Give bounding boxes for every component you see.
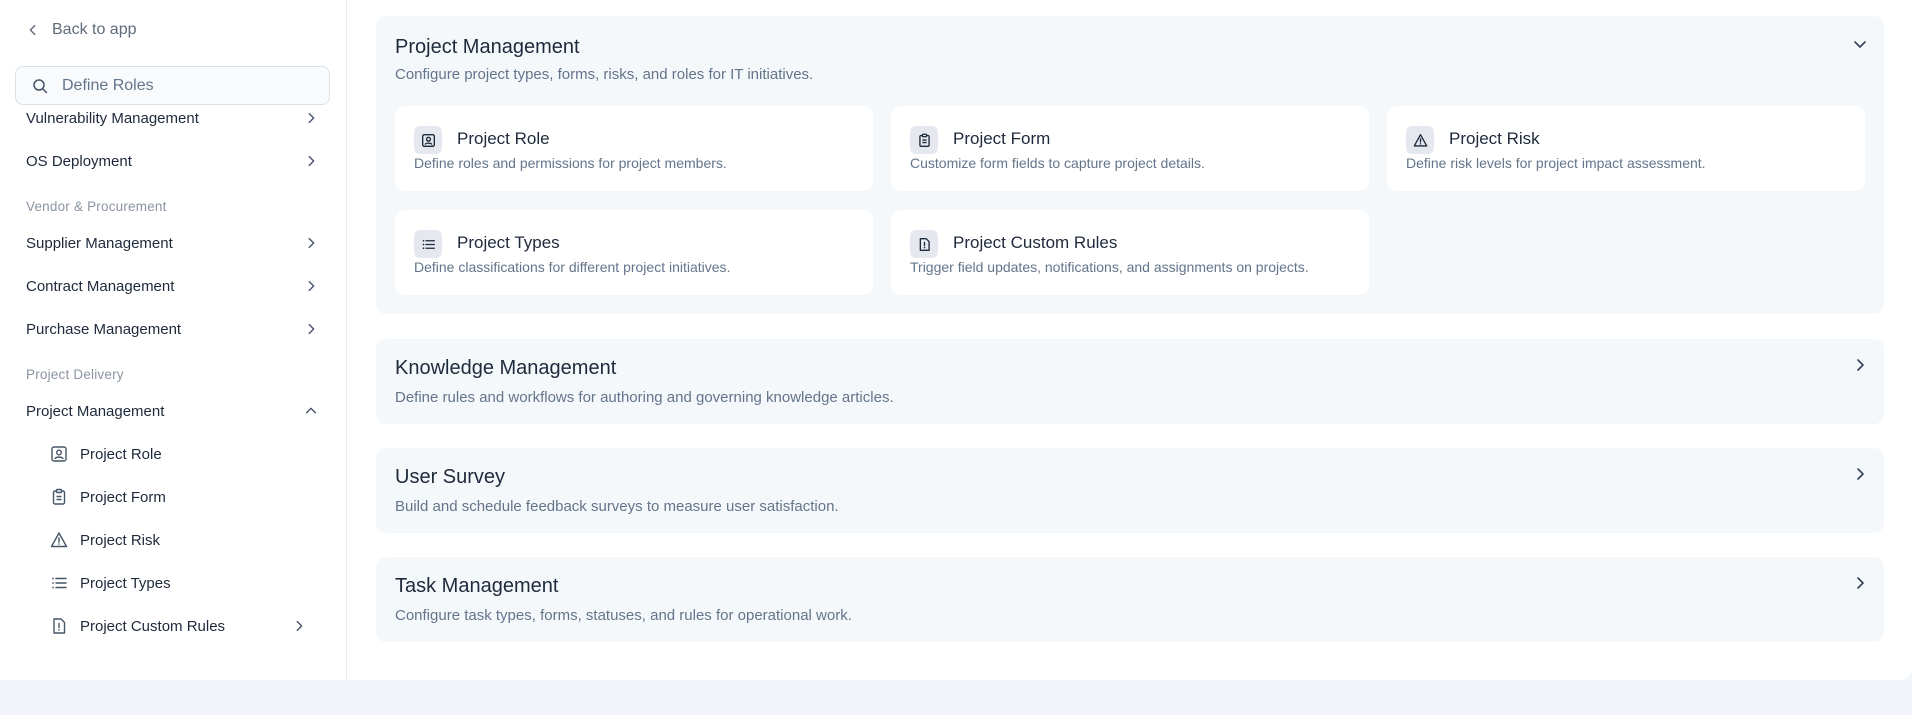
panel-project-management: Project Management Configure project typ…: [376, 16, 1884, 314]
panel-title: Task Management: [395, 575, 559, 597]
chevron-right-icon: [308, 112, 315, 124]
sidebar-item-contract-management[interactable]: Contract Management: [26, 275, 318, 297]
list-icon: [50, 574, 68, 592]
chevron-right-icon: [308, 237, 315, 249]
back-to-app-link[interactable]: Back to app: [26, 21, 137, 39]
panel-title: User Survey: [395, 466, 506, 488]
chevron-right-icon: [296, 620, 303, 632]
panel-user-survey[interactable]: User Survey Build and schedule feedback …: [376, 448, 1884, 533]
sidebar-item-supplier-management[interactable]: Supplier Management: [26, 232, 318, 254]
panel-description: Build and schedule feedback surveys to m…: [395, 498, 839, 515]
chevron-right-icon[interactable]: [1852, 466, 1868, 482]
sidebar-subitem-label: Project Risk: [80, 531, 161, 549]
warning-icon: [50, 531, 68, 549]
file-alert-icon: [910, 230, 938, 258]
card-project-risk[interactable]: Project Risk Define risk levels for proj…: [1387, 106, 1865, 191]
card-title: Project Role: [457, 129, 550, 148]
search-input[interactable]: [62, 76, 312, 95]
sidebar-subitem-label: Project Form: [80, 488, 166, 506]
back-to-app-label: Back to app: [52, 21, 137, 38]
card-title: Project Risk: [1449, 129, 1540, 148]
sidebar-item-label: Vulnerability Management: [26, 109, 199, 127]
search-box: [15, 66, 330, 105]
card-project-form[interactable]: Project Form Customize form fields to ca…: [891, 106, 1369, 191]
list-icon: [414, 230, 442, 258]
sidebar-item-vulnerability-management[interactable]: Vulnerability Management: [26, 107, 318, 129]
sidebar-item-label: Supplier Management: [26, 234, 173, 252]
chevron-up-icon: [305, 407, 317, 414]
panel-title: Knowledge Management: [395, 357, 617, 379]
sidebar-subitem-label: Project Custom Rules: [80, 617, 226, 635]
card-title: Project Custom Rules: [953, 233, 1118, 252]
app-window: Back to app Vulnerability Management OS …: [0, 0, 1912, 680]
sidebar-subitem-project-role[interactable]: Project Role: [50, 443, 162, 465]
sidebar-item-purchase-management[interactable]: Purchase Management: [26, 318, 318, 340]
section-label-project-delivery: Project Delivery: [26, 367, 124, 382]
sidebar-item-project-management[interactable]: Project Management: [26, 400, 318, 422]
chevron-right-icon[interactable]: [1852, 357, 1868, 373]
warning-icon: [1406, 126, 1434, 154]
chevron-down-icon[interactable]: [1852, 36, 1868, 52]
sidebar-item-label: OS Deployment: [26, 152, 132, 170]
panel-title: Project Management: [395, 36, 580, 58]
card-project-types[interactable]: Project Types Define classifications for…: [395, 210, 873, 295]
card-description: Customize form fields to capture project…: [910, 155, 1205, 171]
sidebar-subitem-project-custom-rules[interactable]: Project Custom Rules: [50, 615, 310, 637]
sidebar-subitem-label: Project Types: [80, 574, 171, 592]
clipboard-icon: [910, 126, 938, 154]
sidebar-subitem-project-types[interactable]: Project Types: [50, 572, 171, 594]
search-icon: [33, 78, 48, 93]
panel-description: Configure task types, forms, statuses, a…: [395, 607, 852, 624]
card-description: Define classifications for different pro…: [414, 259, 731, 275]
card-project-custom-rules[interactable]: Project Custom Rules Trigger field updat…: [891, 210, 1369, 295]
clipboard-icon: [50, 488, 68, 506]
sidebar-subitem-project-risk[interactable]: Project Risk: [50, 529, 160, 551]
sidebar-item-label: Project Management: [26, 402, 165, 420]
chevron-right-icon: [308, 280, 315, 292]
chevron-right-icon: [308, 155, 315, 167]
card-description: Define risk levels for project impact as…: [1406, 155, 1706, 171]
user-badge-icon: [414, 126, 442, 154]
panel-task-management[interactable]: Task Management Configure task types, fo…: [376, 557, 1884, 642]
card-description: Trigger field updates, notifications, an…: [910, 259, 1309, 275]
card-project-role[interactable]: Project Role Define roles and permission…: [395, 106, 873, 191]
card-title: Project Types: [457, 233, 560, 252]
panel-description: Configure project types, forms, risks, a…: [395, 66, 814, 83]
chevron-right-icon[interactable]: [1852, 575, 1868, 591]
card-description: Define roles and permissions for project…: [414, 155, 727, 171]
sidebar-item-os-deployment[interactable]: OS Deployment: [26, 150, 318, 172]
sidebar-item-label: Purchase Management: [26, 320, 182, 338]
chevron-left-icon: [29, 24, 36, 36]
user-badge-icon: [50, 445, 68, 463]
card-title: Project Form: [953, 129, 1051, 148]
sidebar-item-label: Contract Management: [26, 277, 175, 295]
panel-knowledge-management[interactable]: Knowledge Management Define rules and wo…: [376, 339, 1884, 424]
sidebar-subitem-label: Project Role: [80, 445, 162, 463]
sidebar: Back to app Vulnerability Management OS …: [0, 0, 347, 680]
panel-description: Define rules and workflows for authoring…: [395, 389, 894, 406]
chevron-right-icon: [308, 323, 315, 335]
section-label-vendor-procurement: Vendor & Procurement: [26, 199, 167, 214]
sidebar-subitem-project-form[interactable]: Project Form: [50, 486, 166, 508]
file-alert-icon: [50, 617, 68, 635]
